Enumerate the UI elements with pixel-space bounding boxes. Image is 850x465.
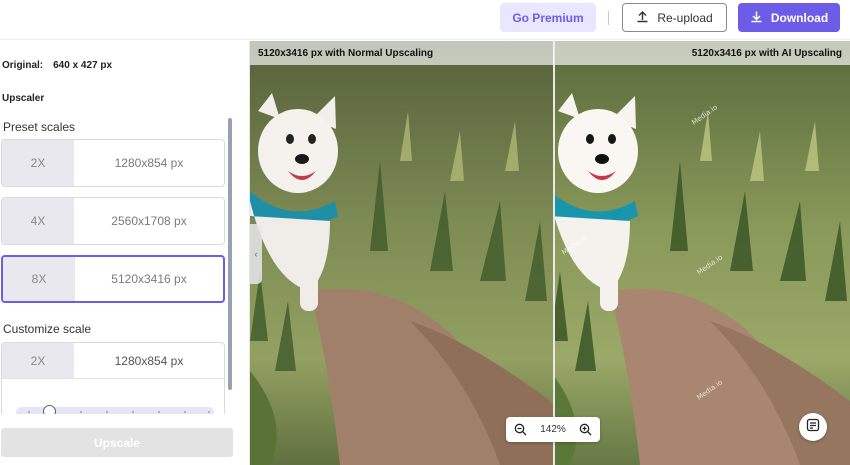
slider-step xyxy=(106,411,108,413)
settings-panel: Original: 640 x 427 px Upscaler Preset sc… xyxy=(0,41,250,465)
original-value: 640 x 427 px xyxy=(53,60,113,71)
feedback-button[interactable] xyxy=(799,413,827,441)
compare-divider-handle[interactable] xyxy=(553,41,555,465)
preset-size: 2560x1708 px xyxy=(111,214,187,228)
slider-step xyxy=(208,411,210,413)
reupload-label: Re-upload xyxy=(657,10,713,25)
comparison-viewer[interactable]: Media.io Media.io Media.io Media.io 5120… xyxy=(250,41,850,465)
preset-8x-option[interactable]: 8X 5120x3416 px xyxy=(1,255,225,303)
download-label: Download xyxy=(770,10,829,25)
ai-upscaling-caption: 5120x3416 px with AI Upscaling xyxy=(555,41,850,65)
slider-step xyxy=(158,411,160,413)
upscaler-heading: Upscaler xyxy=(2,93,45,104)
slider-step xyxy=(132,411,134,413)
zoom-level: 142% xyxy=(540,424,566,435)
feedback-icon xyxy=(806,418,820,437)
download-icon xyxy=(750,10,763,26)
zoom-in-icon[interactable] xyxy=(578,422,594,438)
scale-slider[interactable] xyxy=(16,405,214,414)
custom-size: 1280x854 px xyxy=(114,353,184,368)
preset-multiplier: 8X xyxy=(3,257,75,301)
slider-step xyxy=(80,411,82,413)
top-bar: Go Premium Re-upload Download xyxy=(0,0,850,40)
original-size: Original: 640 x 427 px xyxy=(2,60,112,71)
custom-multiplier: 2X xyxy=(2,343,74,378)
custom-scale-row: 2X 1280x854 px xyxy=(2,343,224,379)
zoom-out-icon[interactable] xyxy=(512,422,528,438)
preset-multiplier: 2X xyxy=(2,140,74,186)
original-label: Original: xyxy=(2,60,44,71)
normal-upscale-image xyxy=(250,41,554,465)
upload-icon xyxy=(636,10,649,26)
customize-scale-heading: Customize scale xyxy=(3,322,92,336)
preset-size: 1280x854 px xyxy=(114,156,184,170)
toolbar-divider xyxy=(608,11,609,25)
dog-photo-ai xyxy=(555,41,850,465)
slider-step xyxy=(28,411,30,413)
preset-scales-heading: Preset scales xyxy=(3,120,76,134)
collapse-panel-button[interactable]: ‹ xyxy=(250,224,262,284)
preset-multiplier: 4X xyxy=(2,198,74,244)
zoom-control: 142% xyxy=(506,417,600,442)
ai-upscale-image: Media.io Media.io Media.io Media.io xyxy=(555,41,850,465)
chevron-left-icon: ‹ xyxy=(254,249,258,259)
slider-thumb[interactable] xyxy=(43,405,56,414)
panel-scrollbar[interactable] xyxy=(228,118,232,390)
upscale-button[interactable]: Upscale xyxy=(1,428,233,457)
reupload-button[interactable]: Re-upload xyxy=(622,3,727,32)
normal-upscaling-caption: 5120x3416 px with Normal Upscaling xyxy=(250,41,554,65)
preset-size: 5120x3416 px xyxy=(111,272,187,286)
download-button[interactable]: Download xyxy=(738,3,840,32)
slider-step xyxy=(184,411,186,413)
go-premium-button[interactable]: Go Premium xyxy=(500,3,596,32)
dog-photo-normal xyxy=(250,41,554,465)
customize-scale-box: 2X 1280x854 px xyxy=(1,342,225,414)
preset-4x-option[interactable]: 4X 2560x1708 px xyxy=(1,197,225,245)
preset-2x-option[interactable]: 2X 1280x854 px xyxy=(1,139,225,187)
